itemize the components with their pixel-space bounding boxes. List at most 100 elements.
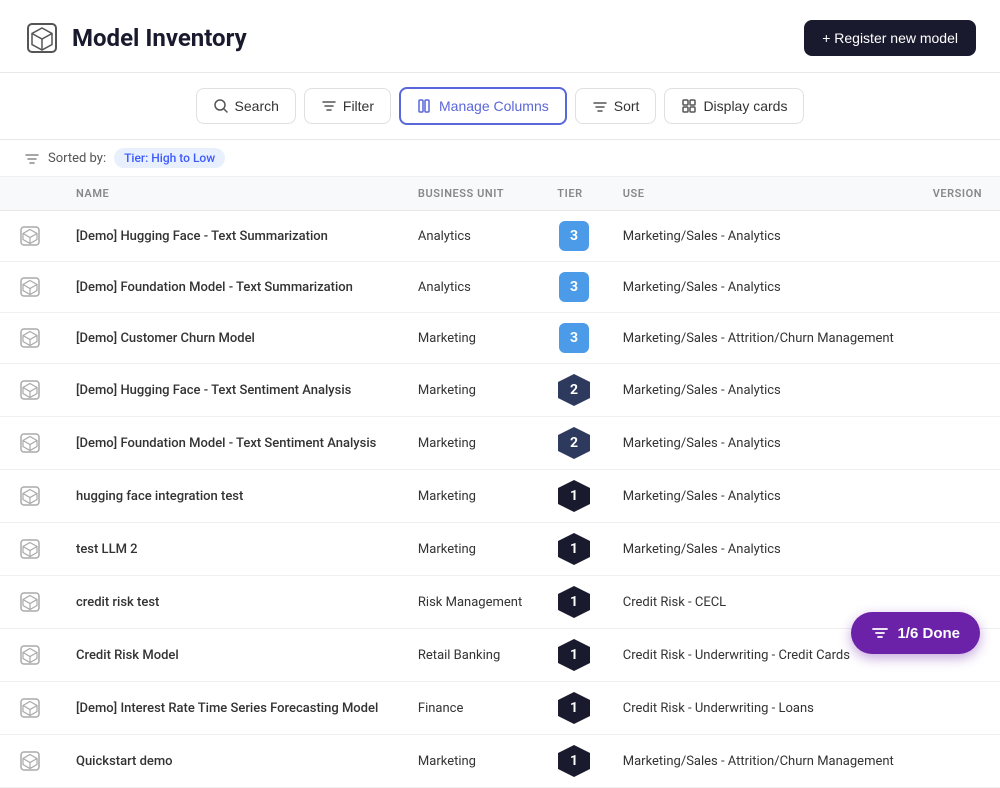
row-icon-cell [0,211,60,262]
row-name: [Demo] Foundation Model - Text Summariza… [60,262,402,313]
col-tier: TIER [541,177,606,211]
row-version [917,470,1000,523]
sort-badge: Tier: High to Low [114,148,225,168]
row-use: Marketing/Sales - Analytics [607,262,917,313]
table-row[interactable]: credit risk testRisk Management1Credit R… [0,576,1000,629]
toolbar: Search Filter Manage Columns Sort [0,73,1000,140]
table-row[interactable]: [Demo] Hugging Face - Text Sentiment Ana… [0,364,1000,417]
model-icon [16,747,44,775]
row-icon-cell [0,417,60,470]
row-tier: 1 [541,682,606,735]
row-name: [Demo] Hugging Face - Text Summarization [60,211,402,262]
app-logo-icon [24,20,60,56]
row-name: [Demo] Customer Churn Model [60,313,402,364]
row-tier: 1 [541,576,606,629]
row-use: Marketing/Sales - Attrition/Churn Manage… [607,735,917,788]
row-tier: 3 [541,313,606,364]
row-icon-cell [0,735,60,788]
table-row[interactable]: [Demo] Foundation Model - Text Sentiment… [0,417,1000,470]
row-business-unit: Marketing [402,735,541,788]
row-name: hugging face integration test [60,470,402,523]
row-tier: 1 [541,470,606,523]
display-cards-button[interactable]: Display cards [664,88,804,124]
row-business-unit: Marketing [402,470,541,523]
row-icon-cell [0,313,60,364]
table-row[interactable]: Quickstart demoMarketing1Marketing/Sales… [0,735,1000,788]
model-icon [16,641,44,669]
model-icon [16,482,44,510]
row-icon-cell [0,576,60,629]
row-business-unit: Marketing [402,364,541,417]
row-name: credit risk test [60,576,402,629]
row-icon-cell [0,682,60,735]
table-row[interactable]: [Demo] Customer Churn ModelMarketing3Mar… [0,313,1000,364]
row-business-unit: Marketing [402,313,541,364]
table-row[interactable]: [Demo] Foundation Model - Text Summariza… [0,262,1000,313]
row-icon-cell [0,262,60,313]
row-business-unit: Marketing [402,417,541,470]
row-name: [Demo] Hugging Face - Text Sentiment Ana… [60,364,402,417]
row-icon-cell [0,364,60,417]
col-use: USE [607,177,917,211]
done-label: 1/6 Done [897,625,960,642]
search-button[interactable]: Search [196,88,296,124]
row-tier: 1 [541,523,606,576]
row-business-unit: Marketing [402,523,541,576]
filter-icon [321,98,337,114]
row-name: [Demo] Interest Rate Time Series Forecas… [60,682,402,735]
row-business-unit: Risk Management [402,576,541,629]
row-tier: 2 [541,364,606,417]
model-table: NAME BUSINESS UNIT TIER USE VERSION [Dem… [0,177,1000,788]
done-button[interactable]: 1/6 Done [851,612,980,654]
sort-info-icon [24,150,40,166]
header-left: Model Inventory [24,20,247,56]
row-version [917,417,1000,470]
page-header: Model Inventory + Register new model [0,0,1000,73]
row-use: Credit Risk - Underwriting - Loans [607,682,917,735]
table-row[interactable]: [Demo] Interest Rate Time Series Forecas… [0,682,1000,735]
row-name: test LLM 2 [60,523,402,576]
sorted-by-label: Sorted by: [48,151,106,166]
page-title: Model Inventory [72,24,247,52]
col-name: NAME [60,177,402,211]
columns-icon [417,98,433,114]
row-use: Marketing/Sales - Analytics [607,211,917,262]
model-icon [16,222,44,250]
row-version [917,313,1000,364]
sort-icon [592,98,608,114]
sort-info-bar: Sorted by: Tier: High to Low [0,140,1000,177]
row-name: [Demo] Foundation Model - Text Sentiment… [60,417,402,470]
row-version [917,735,1000,788]
sort-button[interactable]: Sort [575,88,657,124]
manage-columns-button[interactable]: Manage Columns [399,87,567,125]
filter-button[interactable]: Filter [304,88,391,124]
row-use: Marketing/Sales - Analytics [607,417,917,470]
row-use: Marketing/Sales - Analytics [607,470,917,523]
row-tier: 3 [541,262,606,313]
row-use: Marketing/Sales - Analytics [607,523,917,576]
table-row[interactable]: [Demo] Hugging Face - Text Summarization… [0,211,1000,262]
table-row[interactable]: hugging face integration testMarketing1M… [0,470,1000,523]
search-icon [213,98,229,114]
table-row[interactable]: test LLM 2Marketing1Marketing/Sales - An… [0,523,1000,576]
row-version [917,262,1000,313]
model-icon [16,324,44,352]
model-icon [16,535,44,563]
model-icon [16,273,44,301]
model-icon [16,588,44,616]
row-version [917,364,1000,417]
col-version: VERSION [917,177,1000,211]
table-header-row: NAME BUSINESS UNIT TIER USE VERSION [0,177,1000,211]
register-new-model-button[interactable]: + Register new model [804,20,976,56]
row-tier: 3 [541,211,606,262]
row-version [917,211,1000,262]
row-tier: 2 [541,417,606,470]
done-icon [871,624,889,642]
row-version [917,523,1000,576]
row-business-unit: Analytics [402,262,541,313]
model-icon [16,694,44,722]
col-checkbox [0,177,60,211]
row-business-unit: Finance [402,682,541,735]
row-icon-cell [0,523,60,576]
row-tier: 1 [541,735,606,788]
